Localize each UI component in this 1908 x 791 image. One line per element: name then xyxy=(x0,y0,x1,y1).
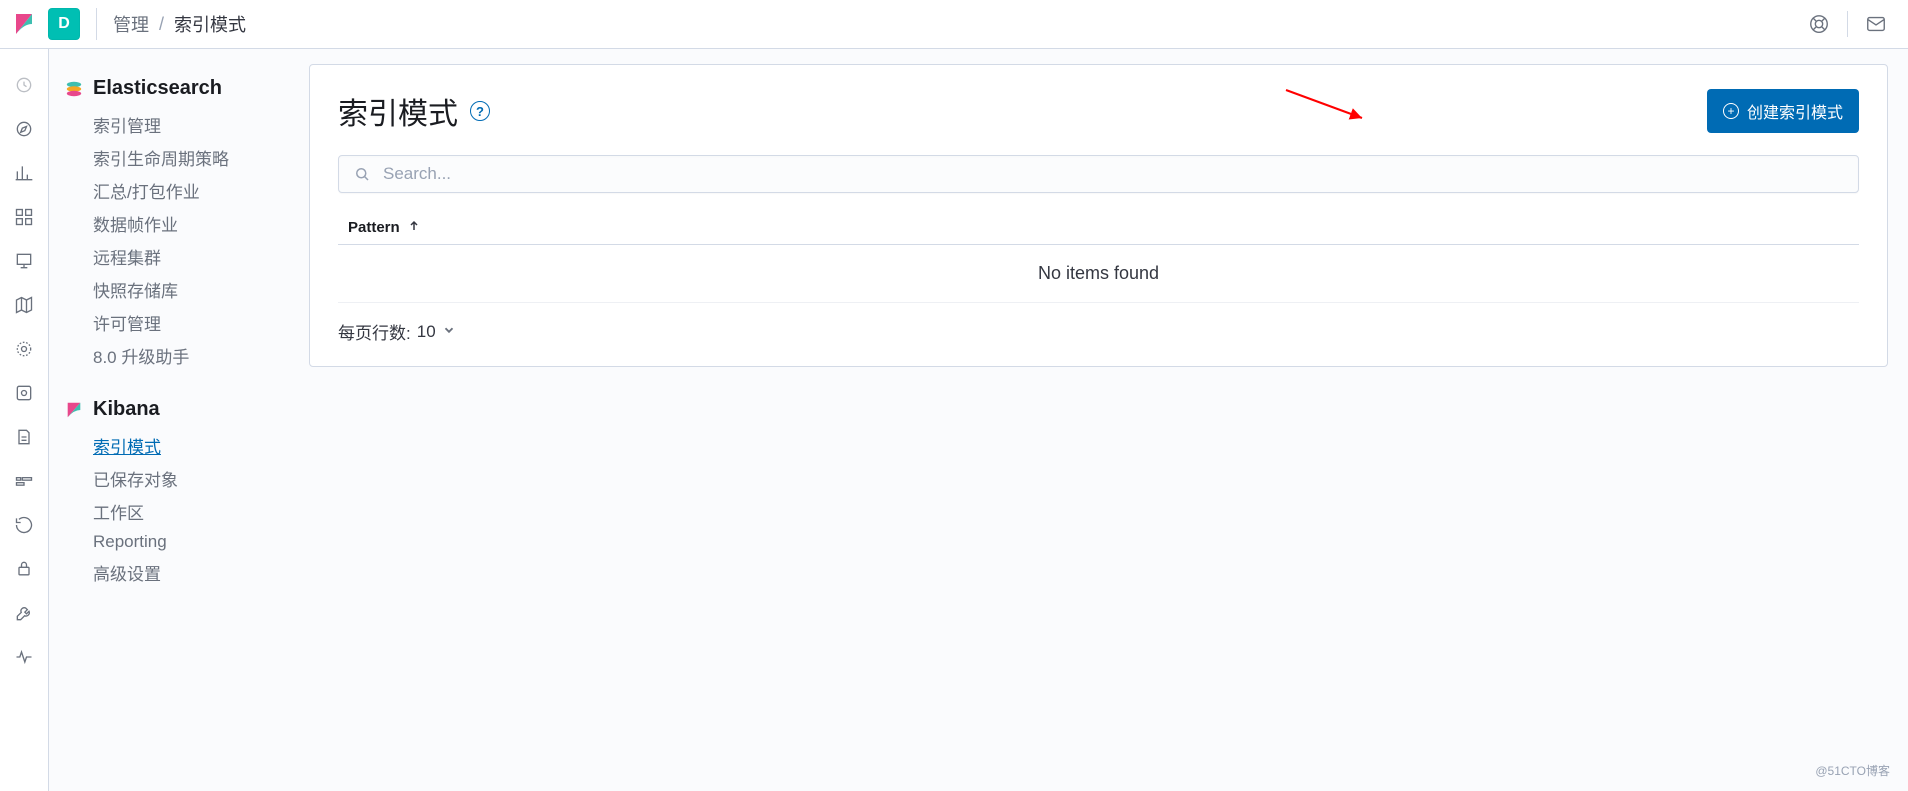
main-header: 索引模式 ? + 创建索引模式 xyxy=(338,89,1859,133)
nav-siem-icon[interactable] xyxy=(8,553,40,585)
column-pattern-label: Pattern xyxy=(348,219,400,236)
table-empty-message: No items found xyxy=(338,245,1859,303)
header-divider xyxy=(1847,11,1848,37)
nav-item-spaces[interactable]: 工作区 xyxy=(65,495,293,528)
watermark: @51CTO博客 xyxy=(1815,762,1890,779)
breadcrumb: 管理 / 索引模式 xyxy=(113,11,246,37)
nav-list-kb: 索引模式 已保存对象 工作区 Reporting 高级设置 xyxy=(65,429,293,589)
section-es-title: Elasticsearch xyxy=(65,77,293,100)
nav-item-rollup[interactable]: 汇总/打包作业 xyxy=(65,174,293,207)
nav-rail xyxy=(0,49,49,791)
nav-item-license[interactable]: 许可管理 xyxy=(65,306,293,339)
nav-ml-icon[interactable] xyxy=(8,333,40,365)
nav-item-saved-objects[interactable]: 已保存对象 xyxy=(65,462,293,495)
help-menu-button[interactable] xyxy=(1799,4,1839,44)
sort-asc-icon xyxy=(408,219,420,236)
search-icon xyxy=(353,165,371,183)
nav-logs-icon[interactable] xyxy=(8,421,40,453)
header-divider xyxy=(96,8,97,40)
nav-infrastructure-icon[interactable] xyxy=(8,377,40,409)
nav-discover-icon[interactable] xyxy=(8,113,40,145)
plus-circle-icon: + xyxy=(1723,103,1739,119)
rows-per-page-selector[interactable]: 每页行数: 10 xyxy=(338,319,1859,344)
space-selector[interactable]: D xyxy=(48,8,80,40)
search-input[interactable] xyxy=(383,164,1844,184)
section-elasticsearch: Elasticsearch 索引管理 索引生命周期策略 汇总/打包作业 数据帧作… xyxy=(65,77,293,372)
help-icon[interactable]: ? xyxy=(470,101,490,121)
nav-dashboard-icon[interactable] xyxy=(8,201,40,233)
elasticsearch-icon xyxy=(65,80,83,98)
app-header: D 管理 / 索引模式 xyxy=(0,0,1908,49)
nav-item-snapshot-repo[interactable]: 快照存储库 xyxy=(65,273,293,306)
nav-maps-icon[interactable] xyxy=(8,289,40,321)
header-right xyxy=(1799,4,1896,44)
breadcrumb-separator: / xyxy=(159,14,164,35)
chevron-down-icon xyxy=(442,322,456,342)
page-title: 索引模式 xyxy=(338,89,458,133)
kibana-logo-icon[interactable] xyxy=(12,12,36,36)
create-index-pattern-button[interactable]: + 创建索引模式 xyxy=(1707,89,1859,133)
nav-item-reporting[interactable]: Reporting xyxy=(65,528,293,556)
kibana-icon xyxy=(65,401,83,419)
index-patterns-table: Pattern No items found xyxy=(338,211,1859,303)
breadcrumb-current: 索引模式 xyxy=(174,11,246,37)
nav-canvas-icon[interactable] xyxy=(8,245,40,277)
nav-list-es: 索引管理 索引生命周期策略 汇总/打包作业 数据帧作业 远程集群 快照存储库 许… xyxy=(65,108,293,372)
nav-item-ilm[interactable]: 索引生命周期策略 xyxy=(65,141,293,174)
page-title-wrap: 索引模式 ? xyxy=(338,89,490,133)
search-box[interactable] xyxy=(338,155,1859,193)
nav-item-upgrade-assistant[interactable]: 8.0 升级助手 xyxy=(65,339,293,372)
nav-devtools-icon[interactable] xyxy=(8,597,40,629)
nav-item-advanced-settings[interactable]: 高级设置 xyxy=(65,556,293,589)
breadcrumb-parent[interactable]: 管理 xyxy=(113,11,149,37)
section-kibana: Kibana 索引模式 已保存对象 工作区 Reporting 高级设置 xyxy=(65,398,293,589)
nav-apm-icon[interactable] xyxy=(8,465,40,497)
management-sidebar: Elasticsearch 索引管理 索引生命周期策略 汇总/打包作业 数据帧作… xyxy=(49,49,309,791)
section-es-label: Elasticsearch xyxy=(93,77,222,100)
nav-item-index-patterns[interactable]: 索引模式 xyxy=(65,429,293,462)
section-kb-label: Kibana xyxy=(93,398,160,421)
main-panel: 索引模式 ? + 创建索引模式 Pattern No items found 每… xyxy=(309,64,1888,367)
section-kb-title: Kibana xyxy=(65,398,293,421)
space-initial: D xyxy=(58,15,70,33)
nav-uptime-icon[interactable] xyxy=(8,509,40,541)
nav-item-remote-clusters[interactable]: 远程集群 xyxy=(65,240,293,273)
pager-label: 每页行数: xyxy=(338,319,411,344)
nav-visualize-icon[interactable] xyxy=(8,157,40,189)
nav-item-dataframe[interactable]: 数据帧作业 xyxy=(65,207,293,240)
create-btn-label: 创建索引模式 xyxy=(1747,99,1843,123)
newsfeed-button[interactable] xyxy=(1856,4,1896,44)
nav-item-index-management[interactable]: 索引管理 xyxy=(65,108,293,141)
nav-recent-icon[interactable] xyxy=(8,69,40,101)
column-header-pattern[interactable]: Pattern xyxy=(338,211,1859,245)
header-left: D 管理 / 索引模式 xyxy=(12,8,1799,40)
nav-monitoring-icon[interactable] xyxy=(8,641,40,673)
pager-value: 10 xyxy=(417,322,436,342)
